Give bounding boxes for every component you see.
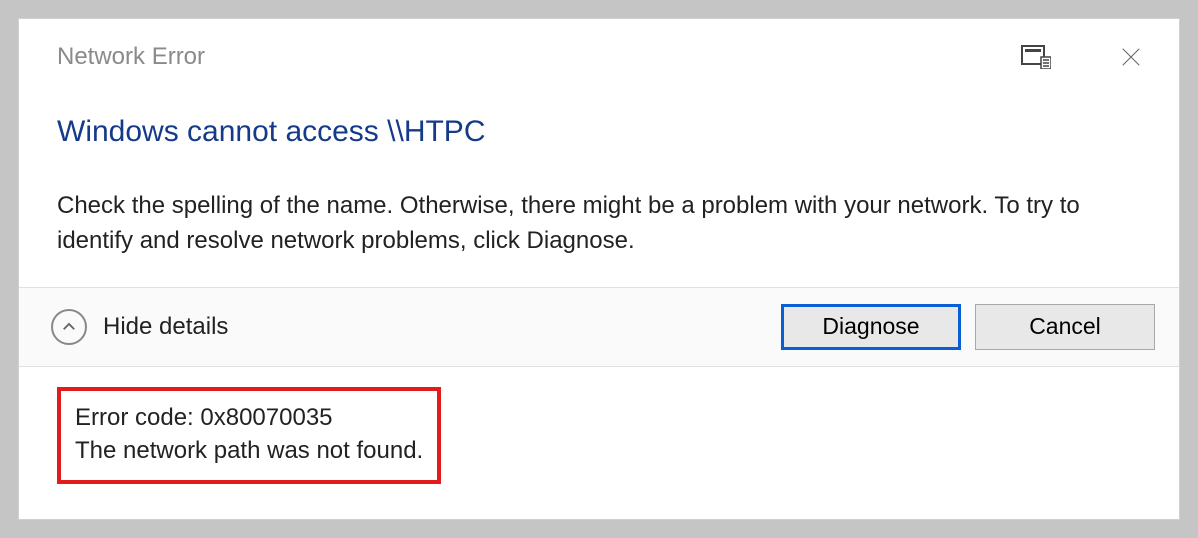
details-toggle-label: Hide details xyxy=(103,313,228,341)
network-error-dialog: Network Error Windows cannot access \\HT… xyxy=(18,18,1180,520)
chevron-up-icon xyxy=(51,309,87,345)
cancel-button[interactable]: Cancel xyxy=(975,304,1155,350)
error-details-box: Error code: 0x80070035 The network path … xyxy=(57,387,441,484)
error-message-line: The network path was not found. xyxy=(75,434,423,468)
credential-manager-icon xyxy=(1021,45,1051,69)
dialog-title: Network Error xyxy=(57,43,1021,71)
button-row: Hide details Diagnose Cancel xyxy=(19,287,1179,367)
description-text: Check the spelling of the name. Otherwis… xyxy=(57,189,1141,259)
diagnose-button[interactable]: Diagnose xyxy=(781,304,961,350)
close-icon xyxy=(1120,46,1142,68)
error-code-line: Error code: 0x80070035 xyxy=(75,401,423,435)
details-panel: Error code: 0x80070035 The network path … xyxy=(19,367,1179,514)
close-button[interactable] xyxy=(1111,37,1151,77)
titlebar: Network Error xyxy=(19,19,1179,85)
content-area: Windows cannot access \\HTPC Check the s… xyxy=(19,85,1179,287)
details-toggle[interactable]: Hide details xyxy=(51,309,767,345)
main-heading: Windows cannot access \\HTPC xyxy=(57,115,1141,149)
